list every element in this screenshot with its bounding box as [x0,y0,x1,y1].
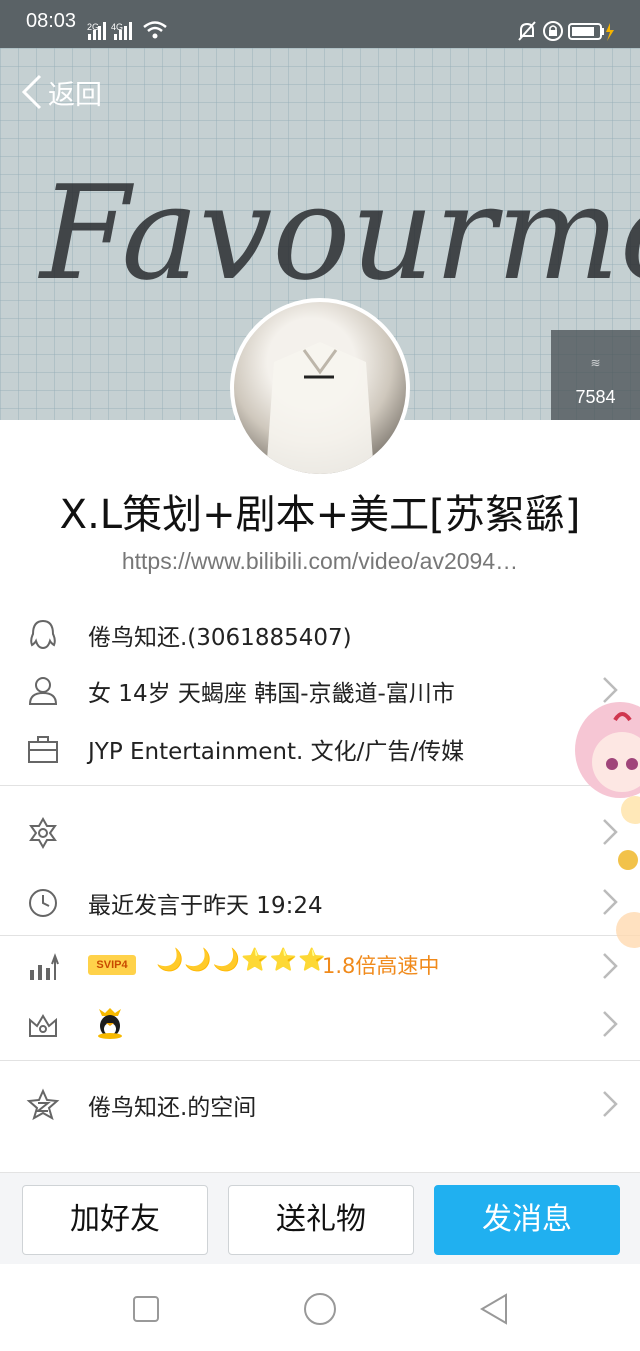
chevron-right-icon [603,1011,618,1037]
last-speak-text: 最近发言于昨天 19:24 [88,893,323,919]
qzone-star-icon [26,1088,60,1121]
svip-badge: SVIP4 [88,955,136,975]
profile-link[interactable]: https://www.bilibili.com/video/av2094… [0,548,640,575]
view-count: 7584 [575,387,616,407]
space-row[interactable]: 倦鸟知还.的空间 [0,1074,640,1130]
vip-row[interactable] [0,994,640,1050]
svg-text:Favourmona.: Favourmona. [38,157,640,309]
view-count-badge[interactable]: ≋ 7584 [551,330,640,420]
speed-status: 1.8倍高速中 [322,954,440,978]
profile-name: X.L策划+剧本+美工[苏絮繇] [59,492,581,538]
avatar-photo [266,342,374,474]
info-row-qq[interactable]: 倦鸟知还.(3061885407) [0,604,640,660]
personal-info: 女 14岁 天蝎座 韩国-京畿道-富川市 [88,681,455,707]
back-nav-button-icon[interactable] [478,1292,510,1326]
add-friend-button[interactable]: 加好友 [22,1185,208,1255]
space-text: 倦鸟知还.的空间 [88,1095,257,1121]
lock-rotation-icon [543,21,563,41]
signal-bars-icon-2 [114,20,136,40]
mute-bell-icon [518,21,536,41]
action-bar: 加好友 送礼物 发消息 [0,1172,640,1265]
divider [0,785,640,786]
views-icon: ≋ [590,356,601,370]
person-icon [28,677,58,705]
system-nav-bar [0,1264,640,1351]
status-bar: 08:03 2G 4G [0,0,640,48]
detail-row-last-speak[interactable]: 最近发言于昨天 19:24 [0,872,640,928]
level-chart-icon [30,953,59,980]
qq-penguin-outline-icon [30,619,56,650]
recents-button-icon[interactable] [132,1295,160,1323]
battery-charging-icon [568,23,614,41]
wifi-icon [143,21,167,39]
signal-bars-icon [88,20,110,40]
crown-icon [29,1014,57,1037]
info-row-personal[interactable]: 女 14岁 天蝎座 韩国-京畿道-富川市 [0,660,640,716]
qq-nickname: 倦鸟知还.(3061885407) [88,625,352,651]
decorative-sticker [560,700,640,980]
detail-row-tags[interactable] [0,802,640,858]
send-gift-button[interactable]: 送礼物 [228,1185,414,1255]
home-button-icon[interactable] [302,1291,338,1327]
info-row-company[interactable]: JYP Entertainment. 文化/广告/传媒 [0,718,640,774]
clock-icon [29,889,57,917]
divider [0,1060,640,1061]
send-message-button[interactable]: 发消息 [434,1185,620,1255]
tag-star-icon [29,816,57,850]
status-time: 08:03 [26,10,77,32]
chevron-right-icon [603,1091,618,1117]
briefcase-icon [28,736,58,763]
avatar[interactable] [230,298,410,478]
chevron-left-icon [21,74,42,110]
level-icons: 🌙🌙🌙⭐⭐⭐ [156,948,327,973]
level-row[interactable]: SVIP4 🌙🌙🌙⭐⭐⭐ 1.8倍高速中 [0,936,640,992]
back-button[interactable]: 返回 [18,72,102,112]
company-info: JYP Entertainment. 文化/广告/传媒 [88,739,465,765]
back-label: 返回 [48,79,102,111]
qq-penguin-icon [98,1008,122,1039]
